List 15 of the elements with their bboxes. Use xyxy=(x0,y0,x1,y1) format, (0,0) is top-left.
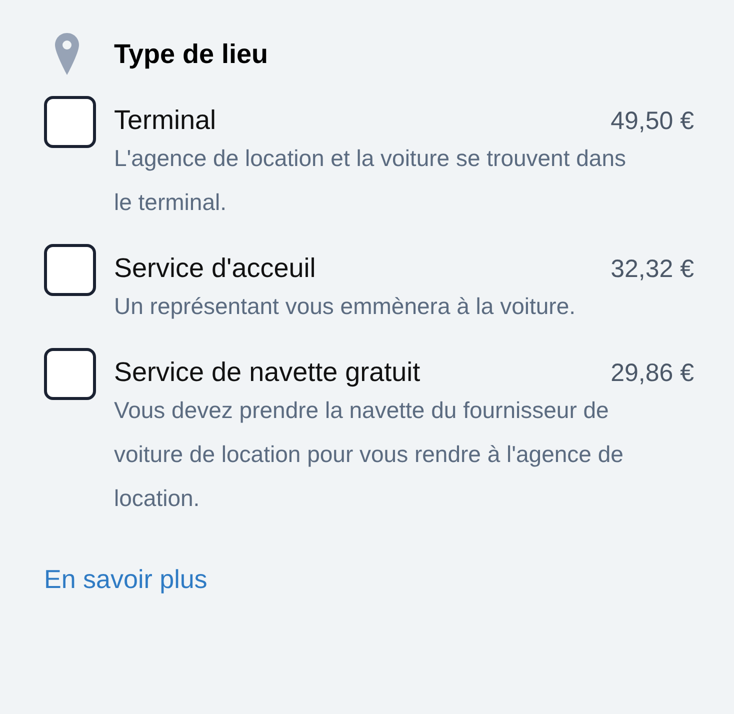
option-price: 32,32 € xyxy=(610,254,694,285)
option-price: 49,50 € xyxy=(610,106,694,137)
section-title: Type de lieu xyxy=(114,38,268,70)
option-description: Vous devez prendre la navette du fournisseur de voiture de location pour vous rendre à l'agence de location. xyxy=(114,396,624,513)
option-price: 29,86 € xyxy=(610,358,694,389)
learn-more-link[interactable]: En savoir plus xyxy=(44,564,208,595)
checkbox[interactable] xyxy=(44,244,96,296)
checkbox[interactable] xyxy=(44,348,96,400)
option-description: Un représentant vous emmènera à la voiture. xyxy=(114,292,577,321)
location-pin-icon xyxy=(54,32,80,76)
option-description: L'agence de location et la voiture se trouvent dans le terminal. xyxy=(114,144,628,217)
option-name: Service d'acceuil xyxy=(114,252,316,285)
option-name: Service de navette gratuit xyxy=(114,356,420,389)
checkbox[interactable] xyxy=(44,96,96,148)
option-name: Terminal xyxy=(114,104,216,137)
